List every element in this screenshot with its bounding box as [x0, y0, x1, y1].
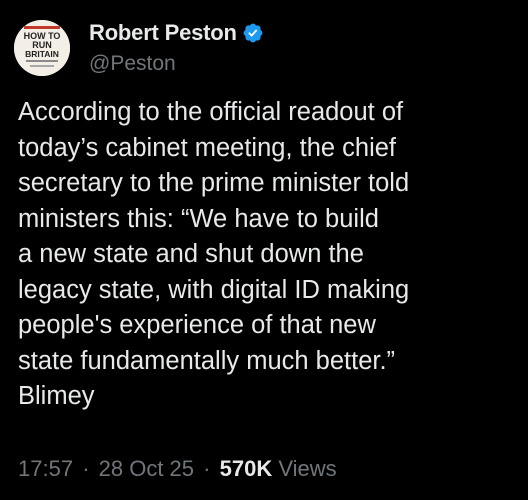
author-handle[interactable]: @Peston	[89, 52, 176, 76]
avatar[interactable]: HOW TO RUN BRITAIN	[14, 20, 70, 76]
book-cover-icon: HOW TO RUN BRITAIN	[14, 20, 70, 76]
tweet-card[interactable]: HOW TO RUN BRITAIN Robert Peston @Peston…	[0, 0, 528, 500]
tweet-date[interactable]: 28 Oct 25	[99, 456, 194, 481]
tweet-text: According to the official readout of tod…	[18, 98, 410, 410]
tweet-meta: 17:57 · 28 Oct 25 · 570K Views	[18, 456, 337, 482]
author-name-row: Robert Peston	[89, 19, 264, 47]
meta-separator: ·	[82, 456, 90, 481]
meta-separator: ·	[203, 456, 211, 481]
avatar-title-line-3: BRITAIN	[25, 49, 59, 59]
views-count[interactable]: 570K	[220, 456, 273, 481]
views-label: Views	[278, 456, 337, 481]
verified-badge-icon[interactable]	[242, 22, 264, 44]
tweet-time[interactable]: 17:57	[18, 456, 73, 481]
author-display-name[interactable]: Robert Peston	[89, 20, 237, 46]
